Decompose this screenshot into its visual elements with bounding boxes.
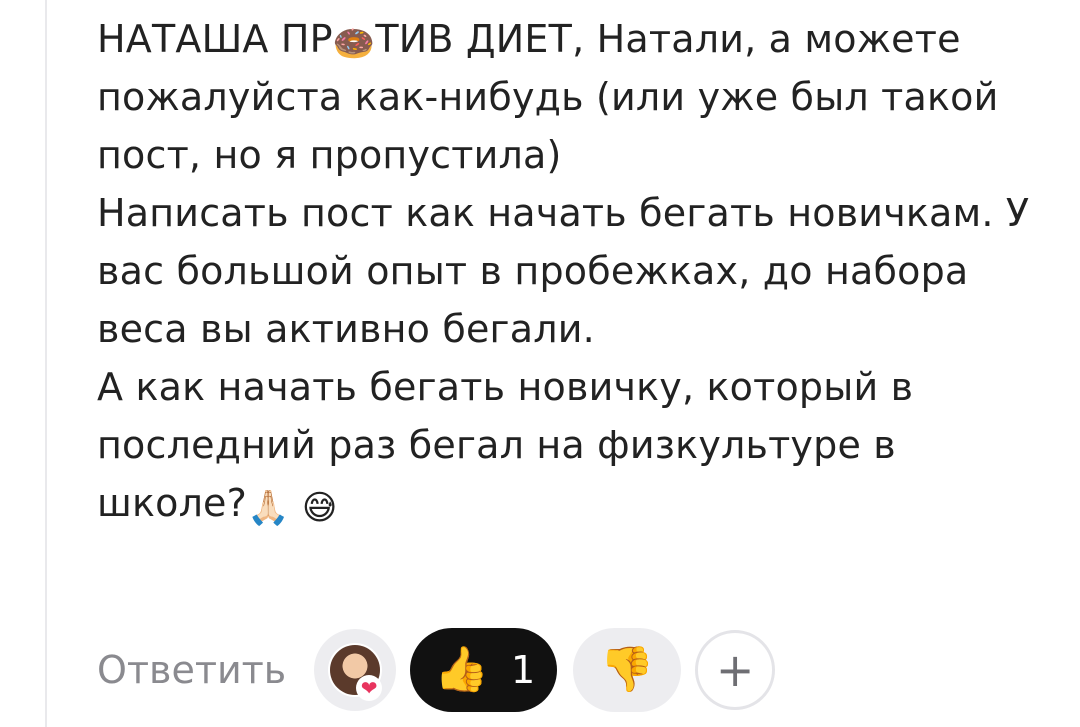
like-reaction-button[interactable]: 👍 1: [410, 628, 558, 712]
add-reaction-button[interactable]: +: [695, 630, 776, 710]
comment-text: НАТАША ПР🍩ТИВ ДИЕТ, Натали, а можете пож…: [97, 10, 1057, 532]
mention-text-rest[interactable]: ТИВ ДИЕТ: [375, 17, 572, 61]
praying-hands-emoji-icon: 🙏🏻: [247, 488, 290, 528]
donut-emoji-icon: 🍩: [332, 24, 376, 64]
reply-button[interactable]: Ответить: [97, 648, 286, 692]
thumbs-down-icon: 👎: [599, 644, 655, 695]
comment-body: , Натали, а можете пожалуйста как-нибудь…: [97, 17, 1030, 525]
reacted-user-avatar[interactable]: ❤: [314, 629, 397, 711]
heart-icon: ❤: [356, 675, 383, 701]
dislike-reaction-button[interactable]: 👎: [573, 628, 682, 712]
comment-screen: НАТАША ПР🍩ТИВ ДИЕТ, Натали, а можете пож…: [0, 0, 1080, 727]
mention-text[interactable]: НАТАША ПР: [97, 17, 333, 61]
plus-icon: +: [715, 643, 755, 697]
like-count: 1: [510, 648, 536, 692]
sweat-smile-emoji-icon: 😅: [301, 488, 338, 528]
comment-actions: Ответить ❤ 👍 1 👎 +: [97, 628, 776, 712]
thread-line: [45, 0, 47, 727]
thumbs-up-icon: 👍: [434, 644, 489, 695]
